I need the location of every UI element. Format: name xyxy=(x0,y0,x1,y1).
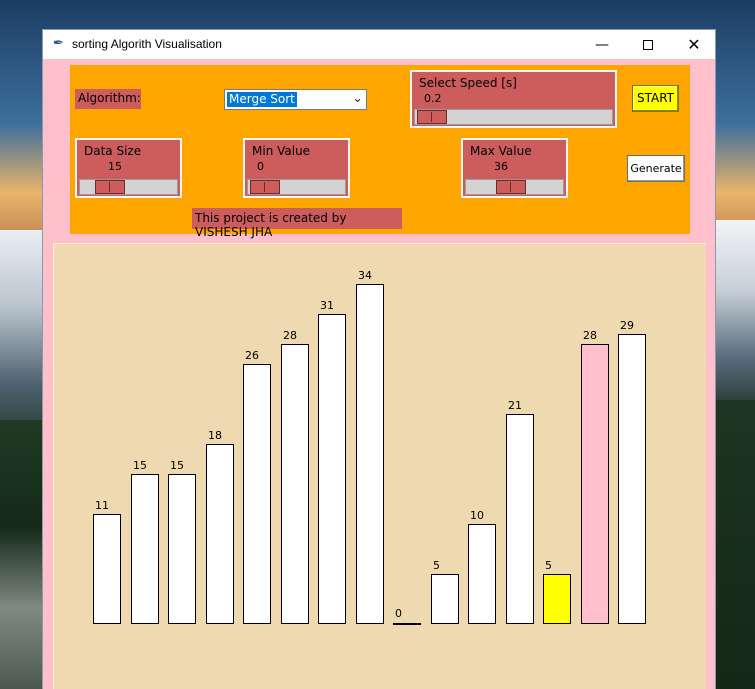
algorithm-label: Algorithm: xyxy=(75,89,141,109)
bar-value-label: 31 xyxy=(320,299,334,312)
data-size-scale: Data Size 15 xyxy=(75,138,182,198)
bar-3 xyxy=(168,474,196,624)
start-button[interactable]: START xyxy=(632,85,679,112)
min-value-slider-handle[interactable] xyxy=(250,180,280,194)
bar-7 xyxy=(318,314,346,624)
bar-value-label: 29 xyxy=(620,319,634,332)
title-bar[interactable]: ✒ sorting Algorith Visualisation — ✕ xyxy=(43,30,715,59)
app-window: ✒ sorting Algorith Visualisation — ✕ Alg… xyxy=(42,29,716,689)
bar-value-label: 15 xyxy=(133,459,147,472)
credit-label: This project is created by VISHESH JHA xyxy=(192,208,402,239)
maximize-icon xyxy=(643,39,653,50)
bar-12 xyxy=(506,414,534,624)
minimize-button[interactable]: — xyxy=(579,30,625,59)
bar-value-label: 28 xyxy=(283,329,297,342)
max-value-slider-handle[interactable] xyxy=(496,180,527,194)
bar-6 xyxy=(281,344,309,624)
bar-1 xyxy=(93,514,121,624)
bar-value-label: 11 xyxy=(95,499,109,512)
data-size-value: 15 xyxy=(108,160,122,173)
min-value-label: Min Value xyxy=(252,144,311,158)
speed-value: 0.2 xyxy=(424,92,442,105)
bar-value-label: 28 xyxy=(583,329,597,342)
bar-15 xyxy=(618,334,646,624)
bar-10 xyxy=(431,574,459,624)
bar-9 xyxy=(393,623,421,625)
feather-icon: ✒ xyxy=(53,36,64,51)
maximize-button[interactable] xyxy=(625,30,671,59)
bar-value-label: 0 xyxy=(395,607,402,620)
bar-8 xyxy=(356,284,384,624)
max-value-value: 36 xyxy=(494,160,508,173)
bar-2 xyxy=(131,474,159,624)
bar-value-label: 26 xyxy=(245,349,259,362)
control-panel: Algorithm: Merge Sort ⌄ Select Speed [s]… xyxy=(70,65,690,239)
min-value-value: 0 xyxy=(257,160,264,173)
max-value-slider-track[interactable] xyxy=(465,179,564,195)
bar-13 xyxy=(543,574,571,624)
bar-value-label: 10 xyxy=(470,509,484,522)
data-size-slider-handle[interactable] xyxy=(94,180,125,194)
close-button[interactable]: ✕ xyxy=(671,30,717,59)
bar-4 xyxy=(206,444,234,624)
max-value-label: Max Value xyxy=(470,144,532,158)
bar-11 xyxy=(468,524,496,624)
algorithm-selected-value: Merge Sort xyxy=(227,92,297,107)
window-title: sorting Algorith Visualisation xyxy=(72,37,222,51)
bar-value-label: 5 xyxy=(433,559,440,572)
bar-value-label: 15 xyxy=(170,459,184,472)
speed-scale: Select Speed [s] 0.2 xyxy=(410,70,617,128)
bar-value-label: 18 xyxy=(208,429,222,442)
bar-5 xyxy=(243,364,271,624)
bar-value-label: 5 xyxy=(545,559,552,572)
min-value-slider-track[interactable] xyxy=(247,179,346,195)
min-value-scale: Min Value 0 xyxy=(243,138,350,198)
bar-value-label: 21 xyxy=(508,399,522,412)
generate-button[interactable]: Generate xyxy=(627,155,685,182)
bar-14 xyxy=(581,344,609,624)
background-forest-right xyxy=(710,400,755,689)
chevron-down-icon: ⌄ xyxy=(352,91,363,106)
speed-label: Select Speed [s] xyxy=(419,76,517,90)
speed-slider-handle[interactable] xyxy=(417,110,447,124)
max-value-scale: Max Value 36 xyxy=(461,138,568,198)
data-size-label: Data Size xyxy=(84,144,142,158)
data-size-slider-track[interactable] xyxy=(79,179,178,195)
algorithm-dropdown[interactable]: Merge Sort ⌄ xyxy=(224,89,367,110)
speed-slider-track[interactable] xyxy=(414,109,613,125)
bar-canvas: 11 15 15 18 26 28 31 34 0 5 10 21 5 28 29 xyxy=(53,243,706,689)
bar-value-label: 34 xyxy=(358,269,372,282)
